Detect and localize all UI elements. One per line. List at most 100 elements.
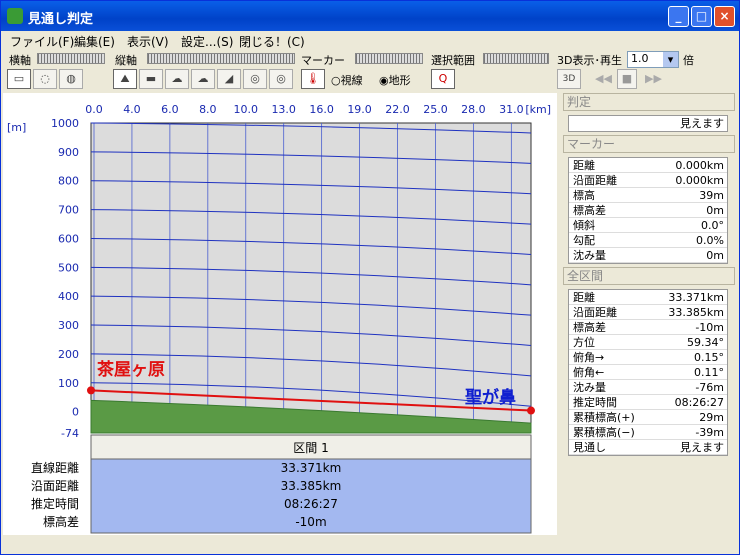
x-tick-label: 8.0: [199, 103, 217, 116]
judge-row: 見えます: [569, 116, 727, 131]
y-unit-label: [m]: [7, 121, 26, 134]
all-row: 累積標高(−) -39m: [569, 425, 727, 440]
menu-close[interactable]: 閉じる！(C): [239, 33, 305, 50]
menu-settings[interactable]: 設定...(S): [181, 33, 233, 50]
chevron-down-icon[interactable]: ▾: [663, 52, 678, 67]
window-title: 見通し判定: [28, 12, 94, 27]
ruler-icon[interactable]: ▭: [7, 69, 31, 89]
all-value: 08:26:27: [674, 396, 724, 409]
y-tick-label: 500: [58, 261, 79, 274]
x-tick-label: 25.0: [423, 103, 448, 116]
y-tick-label: 400: [58, 290, 79, 303]
marker-value: 0.000km: [675, 174, 724, 187]
marker-key: 標高: [573, 189, 595, 202]
section-row-value: 33.371km: [281, 461, 342, 475]
all-value: -76m: [695, 381, 724, 394]
y-tick-label: 300: [58, 319, 79, 332]
marker-row: 沿面距離 0.000km: [569, 173, 727, 188]
all-value: 33.385km: [668, 306, 724, 319]
end-label: 聖が鼻: [465, 387, 516, 408]
h-axis-slider[interactable]: [37, 53, 105, 64]
all-row: 沈み量 -76m: [569, 380, 727, 395]
menu-file[interactable]: ファイル(F): [10, 33, 74, 50]
section-row-label: 沿面距離: [31, 479, 79, 493]
all-row: 推定時間 08:26:27: [569, 395, 727, 410]
h-axis-label: 横軸: [9, 54, 31, 67]
play3d-label: 3D表示･再生: [557, 54, 622, 67]
pin-icon[interactable]: ◎: [243, 69, 267, 89]
all-value: 0.15°: [694, 351, 724, 364]
marker-value: 0.0%: [696, 234, 724, 247]
all-key: 見通し: [573, 441, 606, 454]
3d-button[interactable]: 3D: [557, 69, 581, 89]
compass-icon[interactable]: ◌: [33, 69, 57, 89]
all-header: 全区間: [563, 267, 735, 285]
close-button[interactable]: ×: [714, 6, 735, 27]
cloud2-icon[interactable]: ☁: [191, 69, 215, 89]
menu-view[interactable]: 表示(V): [127, 33, 169, 50]
mountain-icon[interactable]: ⛰: [113, 69, 137, 89]
all-key: 距離: [573, 291, 595, 304]
all-row: 俯角← 0.11°: [569, 365, 727, 380]
x-tick-label: 13.0: [271, 103, 296, 116]
slope-icon[interactable]: ◢: [217, 69, 241, 89]
marker-row: 標高 39m: [569, 188, 727, 203]
v-axis-group: 縦軸 ⛰ ▬ ☁ ☁ ◢ ◎ ◎: [111, 50, 297, 90]
all-value: 29m: [699, 411, 724, 424]
marker-row: 傾斜 0.0°: [569, 218, 727, 233]
all-value: 0.11°: [694, 366, 724, 379]
marker-key: 沈み量: [573, 249, 606, 262]
x-tick-label: 0.0: [85, 103, 103, 116]
all-value: 59.34°: [687, 336, 724, 349]
all-table: 距離 33.371km 沿面距離 33.385km 標高差 -10m 方位 59.34° 俯角→…: [568, 289, 728, 456]
flat-icon[interactable]: ▬: [139, 69, 163, 89]
x-tick-label: 28.0: [461, 103, 486, 116]
all-key: 標高差: [573, 321, 606, 334]
forward-icon[interactable]: ▶▶: [645, 72, 662, 85]
y-tick-label: 800: [58, 175, 79, 188]
h-axis-group: 横軸 ▭ ◌ ◍: [5, 50, 109, 90]
judge-box: 見えます: [568, 115, 728, 132]
maximize-button[interactable]: □: [691, 6, 712, 27]
marker-value: 0.000km: [675, 159, 724, 172]
stop-icon[interactable]: ■: [617, 69, 637, 89]
scale-select[interactable]: 1.0 ▾: [627, 51, 679, 68]
status-bar: [1, 538, 739, 554]
chart-svg: 0.0 4.0 6.0 8.0 10.0 13.0 16.0 19.0 22.0 25.0 28.0…: [3, 93, 557, 535]
minimize-button[interactable]: _: [668, 6, 689, 27]
pin2-icon[interactable]: ◎: [269, 69, 293, 89]
thermometer-icon[interactable]: 🌡: [301, 69, 325, 89]
section-row-label: 標高差: [43, 514, 79, 529]
marker-key: 距離: [573, 159, 595, 172]
end-marker: [527, 406, 535, 415]
route-icon[interactable]: ◍: [59, 69, 83, 89]
rewind-icon[interactable]: ◀◀: [595, 72, 612, 85]
marker-row: 標高差 0m: [569, 203, 727, 218]
title-bar[interactable]: 見通し判定 _ □ ×: [1, 1, 739, 31]
range-slider[interactable]: [483, 53, 549, 64]
range-icon[interactable]: Q: [431, 69, 455, 89]
judge-header: 判定: [563, 93, 735, 111]
marker-value: 0.0°: [701, 219, 724, 232]
all-key: 方位: [573, 336, 595, 349]
menu-edit[interactable]: 編集(E): [74, 33, 115, 50]
all-value: -10m: [695, 321, 724, 334]
cloud-icon[interactable]: ☁: [165, 69, 189, 89]
scale-unit: 倍: [683, 54, 694, 67]
scale-value: 1.0: [631, 52, 649, 65]
marker-key: 沿面距離: [573, 174, 617, 187]
marker-value: 39m: [699, 189, 724, 202]
marker-slider[interactable]: [355, 53, 423, 64]
range-label: 選択範囲: [431, 54, 475, 67]
marker-value: 0m: [706, 204, 724, 217]
sidebar: 判定 見えます マーカー 距離 0.000km 沿面距離 0.000km 標高 39m 標高…: [563, 93, 739, 553]
section-row-label: 直線距離: [31, 460, 79, 475]
y-tick-label: 1000: [51, 117, 79, 130]
v-axis-slider[interactable]: [147, 53, 295, 64]
marker-table: 距離 0.000km 沿面距離 0.000km 標高 39m 標高差 0m 傾斜 0.0° 勾配 0.…: [568, 157, 728, 264]
all-row: 標高差 -10m: [569, 320, 727, 335]
radio-sight[interactable]: ○視線: [331, 72, 363, 88]
y-tick-label: 900: [58, 146, 79, 159]
radio-terrain[interactable]: ◉地形: [379, 72, 411, 88]
all-row: 距離 33.371km: [569, 290, 727, 305]
